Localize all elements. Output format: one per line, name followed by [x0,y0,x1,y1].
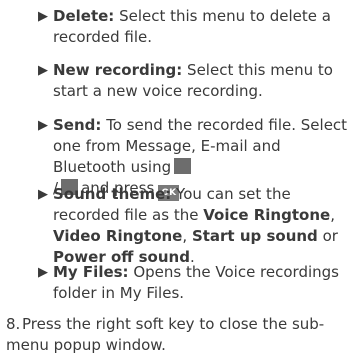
term-send: Send: [53,116,102,134]
option-start-up-sound: Start up sound [191,227,318,245]
term-delete: Delete: [53,7,115,25]
list-item-my-files: ▶ My Files: Opens the Voice recordings f… [38,262,356,304]
step-text: Press the right soft key to close the su… [6,315,325,354]
term-sound-theme: Sound theme: [53,185,172,203]
step-number: 8. [6,315,21,333]
list-item-sound-theme: ▶ Sound theme: You can set the recorded … [38,185,338,266]
term-new-recording: New recording: [53,61,183,79]
bullet-arrow-icon: ▶ [38,187,48,202]
bullet-arrow-icon: ▶ [38,63,48,78]
bullet-arrow-icon: ▶ [38,265,48,280]
option-video-ringtone: Video Ringtone [53,227,183,245]
step-8: 8. Press the right soft key to close the … [6,314,356,356]
bullet-arrow-icon: ▶ [38,9,48,24]
term-my-files: My Files: [53,263,129,281]
option-voice-ringtone: Voice Ringtone [203,206,331,224]
nav-key-up-icon [174,158,192,174]
list-item-delete: ▶ Delete: Select this menu to delete a r… [38,6,356,48]
list-item-new-recording: ▶ New recording: Select this menu to sta… [38,60,356,102]
bullet-arrow-icon: ▶ [38,118,48,133]
